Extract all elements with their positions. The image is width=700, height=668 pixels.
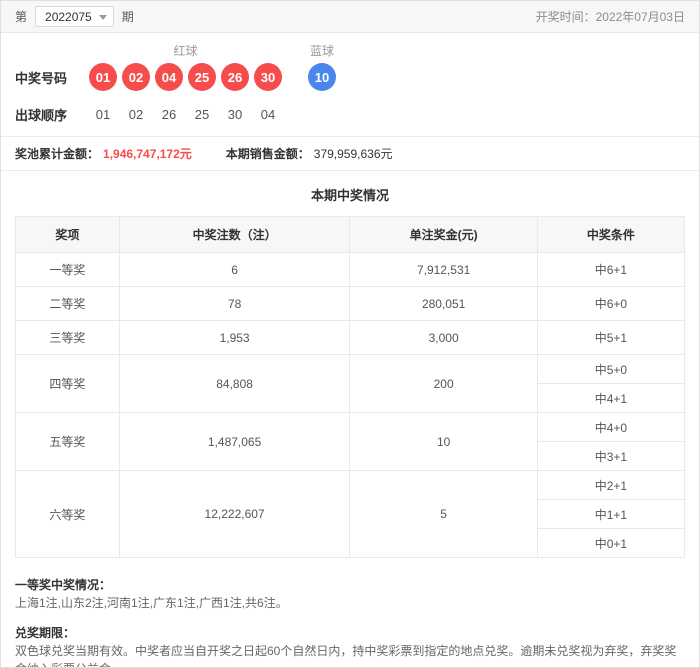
amount-cell: 280,051 (349, 286, 538, 321)
draw-order-numbers: 01 02 26 25 30 04 (89, 107, 282, 122)
condition-cell: 中3+1 (536, 441, 686, 471)
draw-time: 开奖时间：2022年07月03日 (536, 8, 685, 25)
draw-order-number: 26 (161, 106, 177, 122)
count-cell: 78 (118, 286, 351, 321)
red-ball: 30 (254, 63, 282, 91)
table-row: 二等奖 78 280,051 中6+0 (15, 286, 686, 321)
period-prefix-label: 第 (15, 10, 28, 24)
jackpot-label: 奖池累计金额： (15, 147, 100, 161)
draw-order-label: 出球顺序 (15, 107, 68, 123)
table-header-cell: 中奖注数（注） (118, 216, 351, 253)
table-header-cell: 奖项 (15, 216, 120, 253)
prize-table-body: 一等奖 6 7,912,531 中6+1 二等奖 78 280,051 中6+0 三等奖 1,95… (15, 252, 686, 558)
condition-cell: 中1+1 (536, 499, 686, 529)
sales-label: 本期销售金额： (225, 147, 310, 161)
chevron-down-icon (98, 14, 107, 20)
amount-cell: 7,912,531 (349, 252, 538, 287)
condition-cell: 中4+0 (536, 412, 686, 442)
prize-table-section: 本期中奖情况 奖项 中奖注数（注） 单注奖金(元) 中奖条件 一等奖 6 7,912,53… (1, 171, 699, 558)
condition-cell: 中0+1 (536, 528, 686, 558)
table-header-cell: 中奖条件 (536, 216, 686, 253)
redeem-note-title: 兑奖期限： (15, 626, 76, 640)
condition-cell: 中6+1 (536, 252, 686, 287)
draw-order-number: 04 (260, 106, 276, 122)
table-row: 五等奖 1,487,065 10 中4+0 (15, 412, 686, 471)
lottery-results-page: 第 2022075 期 开奖时间：2022年07月03日 红球 蓝球 中奖号码 … (0, 0, 700, 668)
ball-type-labels-row: 红球 蓝球 (1, 41, 699, 59)
winning-numbers-label: 中奖号码 (15, 70, 68, 86)
red-ball: 26 (221, 63, 249, 91)
period-selector-group: 第 2022075 期 (15, 6, 134, 27)
sales-value: 379,959,636元 (313, 147, 393, 161)
red-ball: 02 (122, 63, 150, 91)
table-title: 本期中奖情况 (310, 188, 389, 203)
red-ball: 25 (188, 63, 216, 91)
count-cell: 84,808 (118, 354, 351, 413)
jackpot-value: 1,946,747,172元 (103, 147, 192, 161)
table-header-row: 奖项 中奖注数（注） 单注奖金(元) 中奖条件 (15, 216, 686, 253)
prize-cell: 一等奖 (15, 252, 120, 287)
notes-section: 一等奖中奖情况： 上海1注,山东2注,河南1注,广东1注,广西1注,共6注。 兑… (1, 558, 699, 667)
table-row: 四等奖 84,808 200 中5+0 (15, 354, 686, 413)
amount-cell: 3,000 (349, 320, 538, 355)
red-ball: 04 (155, 63, 183, 91)
first-prize-note-detail: 上海1注,山东2注,河南1注,广东1注,广西1注,共6注。 (15, 596, 288, 610)
amount-cell: 5 (349, 470, 538, 558)
table-header-cell: 单注奖金(元) (349, 216, 538, 253)
count-cell: 1,953 (118, 320, 351, 355)
condition-cell: 中4+1 (536, 383, 686, 413)
count-cell: 6 (118, 252, 351, 287)
draw-time-value: 2022年07月03日 (595, 10, 685, 24)
period-suffix-label: 期 (121, 10, 134, 24)
table-row: 一等奖 6 7,912,531 中6+1 (15, 252, 686, 287)
table-row: 六等奖 12,222,607 5 中2+1 (15, 470, 686, 558)
count-cell: 1,487,065 (118, 412, 351, 471)
prize-cell: 三等奖 (15, 320, 120, 355)
amount-cell: 10 (349, 412, 538, 471)
redeem-note-detail: 双色球兑奖当期有效。中奖者应当自开奖之日起60个自然日内，持中奖彩票到指定的地点… (15, 644, 677, 667)
table-row: 三等奖 1,953 3,000 中5+1 (15, 320, 686, 355)
red-balls: 01 02 04 25 26 30 (89, 63, 282, 91)
condition-cell: 中6+0 (536, 286, 686, 321)
condition-cell: 中5+0 (536, 354, 686, 384)
draw-order-number: 25 (194, 106, 210, 122)
prize-cell: 二等奖 (15, 286, 120, 321)
numbers-section: 红球 蓝球 中奖号码 01 02 04 25 26 30 10 出球顺序 01 02 26 25… (1, 33, 699, 136)
prize-cell: 四等奖 (15, 354, 120, 413)
prize-table: 奖项 中奖注数（注） 单注奖金(元) 中奖条件 一等奖 6 7,912,531 中6+1 二等… (15, 216, 686, 558)
prize-cell: 六等奖 (15, 470, 120, 558)
count-cell: 12,222,607 (118, 470, 351, 558)
amount-cell: 200 (349, 354, 538, 413)
blue-ball: 10 (308, 63, 336, 91)
pool-bar: 奖池累计金额： 1,946,747,172元 本期销售金额： 379,959,6… (1, 136, 699, 171)
draw-order-number: 01 (95, 106, 111, 122)
blue-ball-group-label: 蓝球 (309, 43, 334, 58)
draw-time-label: 开奖时间： (535, 10, 596, 24)
condition-cell: 中5+1 (536, 320, 686, 355)
draw-order-number: 30 (227, 106, 243, 122)
red-ball: 01 (89, 63, 117, 91)
draw-order-row: 出球顺序 01 02 26 25 30 04 (1, 104, 699, 124)
winning-numbers-row: 中奖号码 01 02 04 25 26 30 10 (1, 62, 699, 92)
prize-cell: 五等奖 (15, 412, 120, 471)
period-select[interactable]: 2022075 (35, 6, 114, 27)
period-select-value: 2022075 (45, 9, 92, 24)
red-ball-group-label: 红球 (173, 43, 198, 58)
condition-cell: 中2+1 (536, 470, 686, 500)
topbar: 第 2022075 期 开奖时间：2022年07月03日 (1, 1, 699, 33)
draw-order-number: 02 (128, 106, 144, 122)
first-prize-note-title: 一等奖中奖情况： (15, 578, 112, 592)
